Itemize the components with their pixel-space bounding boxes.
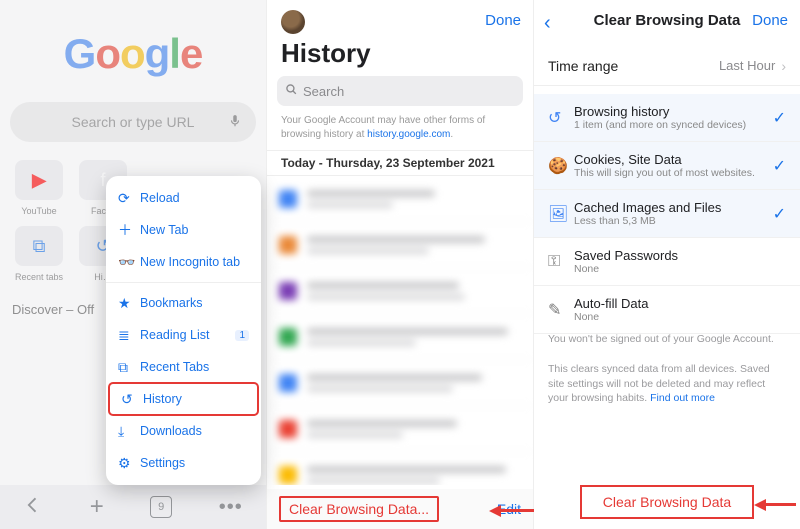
key-icon: ⚿ (548, 253, 574, 271)
menu-bookmarks[interactable]: ★Bookmarks (106, 287, 261, 319)
list-icon: ≣ (118, 327, 140, 344)
time-range-row[interactable]: Time range Last Hour › (534, 46, 800, 86)
history-item[interactable] (267, 406, 533, 452)
account-history-note: Your Google Account may have other forms… (281, 114, 519, 141)
favicon (279, 328, 297, 346)
menu-new-incognito[interactable]: 👓New Incognito tab (106, 246, 261, 278)
clear-options-list: ↺ Browsing history1 item (and more on sy… (534, 94, 800, 334)
history-google-link[interactable]: history.google.com (367, 129, 450, 140)
history-panel: Done History Search Your Google Account … (267, 0, 534, 529)
check-icon: ✓ (773, 156, 786, 176)
menu-recent-tabs[interactable]: ⧉Recent Tabs (106, 351, 261, 383)
favicon (279, 236, 297, 254)
history-icon: ↺ (548, 108, 574, 128)
history-item[interactable] (267, 176, 533, 222)
cookie-icon: 🍪 (548, 156, 574, 176)
favicon (279, 420, 297, 438)
recent-tabs-icon: ⧉ (118, 359, 140, 376)
incognito-icon: 👓 (118, 254, 140, 271)
search-icon (285, 83, 298, 99)
plus-icon: ＋ (118, 220, 140, 240)
menu-reading-list[interactable]: ≣Reading List1 (106, 319, 261, 351)
find-out-more-link[interactable]: Find out more (650, 392, 715, 404)
chevron-right-icon: › (781, 58, 786, 74)
check-icon: ✓ (773, 108, 786, 128)
history-item[interactable] (267, 360, 533, 406)
menu-settings[interactable]: ⚙Settings (106, 447, 261, 479)
opt-autofill[interactable]: ✎ Auto-fill DataNone (534, 286, 800, 334)
menu-new-tab[interactable]: ＋New Tab (106, 214, 261, 246)
done-button[interactable]: Done (485, 12, 521, 29)
clear-browsing-data-button[interactable]: Clear Browsing Data (580, 485, 754, 519)
signout-note: You won't be signed out of your Google A… (548, 332, 786, 347)
clear-browsing-data-link[interactable]: Clear Browsing Data... (279, 496, 439, 522)
favicon (279, 374, 297, 392)
date-section-header: Today - Thursday, 23 September 2021 (267, 150, 533, 176)
time-range-value: Last Hour (719, 58, 775, 73)
history-item[interactable] (267, 268, 533, 314)
menu-downloads[interactable]: ⤓Downloads (106, 415, 261, 447)
cache-icon: 🖼 (548, 204, 574, 224)
history-search[interactable]: Search (277, 76, 523, 106)
menu-separator (106, 282, 261, 283)
time-range-label: Time range (548, 58, 618, 74)
page-title: History (281, 38, 371, 69)
check-icon: ✓ (773, 204, 786, 224)
history-icon: ↺ (121, 391, 143, 408)
opt-cached[interactable]: 🖼 Cached Images and FilesLess than 5,3 M… (534, 190, 800, 238)
done-button[interactable]: Done (752, 12, 788, 29)
gear-icon: ⚙ (118, 455, 140, 472)
menu-history[interactable]: ↺History (109, 383, 258, 415)
opt-passwords[interactable]: ⚿ Saved PasswordsNone (534, 238, 800, 286)
sync-note: This clears synced data from all devices… (548, 362, 786, 406)
download-icon: ⤓ (118, 423, 140, 440)
history-list[interactable] (267, 176, 533, 485)
reload-icon: ⟳ (118, 190, 140, 207)
overflow-menu: ⟳Reload ＋New Tab 👓New Incognito tab ★Boo… (106, 176, 261, 485)
opt-browsing-history[interactable]: ↺ Browsing history1 item (and more on sy… (534, 94, 800, 142)
avatar[interactable] (281, 10, 305, 34)
clear-browsing-data-panel: ‹ Clear Browsing Data Done Time range La… (534, 0, 800, 529)
history-item[interactable] (267, 314, 533, 360)
favicon (279, 190, 297, 208)
annotation-arrow-icon (766, 503, 796, 506)
favicon (279, 466, 297, 484)
opt-cookies[interactable]: 🍪 Cookies, Site DataThis will sign you o… (534, 142, 800, 190)
autofill-icon: ✎ (548, 300, 574, 320)
chrome-home-panel: Google Search or type URL ▶YouTube fFac…… (0, 0, 267, 529)
annotation-arrow-icon (501, 509, 537, 512)
search-placeholder: Search (303, 84, 344, 99)
star-icon: ★ (118, 295, 140, 312)
history-item[interactable] (267, 222, 533, 268)
reading-list-badge: 1 (235, 330, 249, 341)
favicon (279, 282, 297, 300)
history-item[interactable] (267, 452, 533, 485)
menu-reload[interactable]: ⟳Reload (106, 182, 261, 214)
